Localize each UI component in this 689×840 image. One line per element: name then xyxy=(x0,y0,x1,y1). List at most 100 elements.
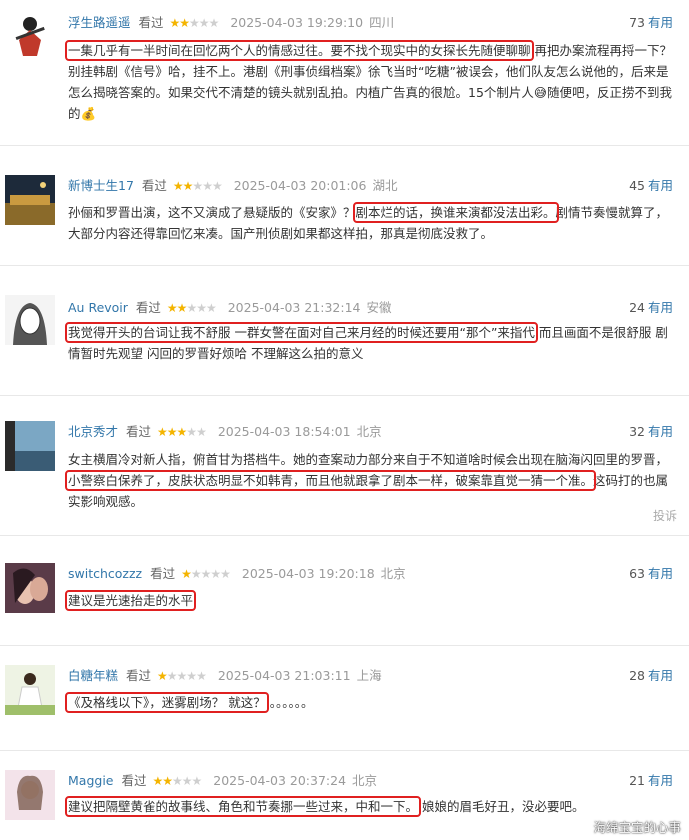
review-meta: Au Revoir 看过 ★★★★★ 2025-04-03 21:32:14 安… xyxy=(68,299,681,317)
star-empty-icon: ★ xyxy=(196,425,207,439)
star-empty-icon: ★ xyxy=(186,669,197,683)
review-text: 《及格线以下》，迷雾剧场？ 就这？ 。。。。。。 xyxy=(65,692,314,713)
star-filled-icon: ★ xyxy=(176,425,188,439)
star-empty-icon: ★ xyxy=(198,16,210,30)
star-empty-icon: ★ xyxy=(220,567,231,581)
star-empty-icon: ★ xyxy=(200,567,212,581)
avatar[interactable] xyxy=(5,665,55,715)
star-empty-icon: ★ xyxy=(208,16,220,30)
star-empty-icon: ★ xyxy=(181,774,193,788)
highlighted-text: 剧本烂的话，换谁来演都没法出彩。 xyxy=(352,202,559,223)
avatar[interactable] xyxy=(5,295,55,345)
review-meta: 北京秀才 看过 ★★★★★ 2025-04-03 18:54:01 北京 32 有… xyxy=(68,423,681,441)
star-filled-icon: ★ xyxy=(162,774,173,788)
highlighted-text: 《及格线以下》，迷雾剧场？ 就这？ xyxy=(65,692,269,713)
review-time: 2025-04-03 19:29:10 xyxy=(230,15,364,30)
review-text: 孙俪和罗晋出演，这不又演成了悬疑版的《安家》？剧本烂的话，换谁来演都没法出彩。剧… xyxy=(68,202,669,241)
star-filled-icon: ★ xyxy=(172,179,184,193)
rating-stars: ★★★★★ xyxy=(157,667,207,685)
review-meta: switchcozzz 看过 ★★★★★ 2025-04-03 19:20:18… xyxy=(68,565,681,583)
username-link[interactable]: switchcozzz xyxy=(68,566,142,581)
report-button[interactable]: 投诉 xyxy=(653,507,677,524)
avatar[interactable] xyxy=(5,421,55,471)
review-location: 四川 xyxy=(369,15,395,30)
watched-label: 看过 xyxy=(126,424,152,439)
rating-stars: ★★★★★ xyxy=(172,177,223,195)
username-link[interactable]: 新博士生17 xyxy=(68,178,134,193)
review-item: 北京秀才 看过 ★★★★★ 2025-04-03 18:54:01 北京 32 有… xyxy=(0,395,689,536)
watched-label: 看过 xyxy=(138,15,164,30)
star-filled-icon: ★ xyxy=(166,425,178,439)
star-empty-icon: ★ xyxy=(189,16,200,30)
review-meta: 新博士生17 看过 ★★★★★ 2025-04-03 20:01:06 湖北 4… xyxy=(68,177,681,195)
star-filled-icon: ★ xyxy=(157,669,168,683)
star-empty-icon: ★ xyxy=(190,567,202,581)
star-empty-icon: ★ xyxy=(166,669,178,683)
useful-vote-button[interactable]: 24 有用 xyxy=(629,299,673,317)
review-location: 北京 xyxy=(352,773,378,788)
star-filled-icon: ★ xyxy=(166,301,178,315)
highlighted-text: 小警察白保养了，皮肤状态明显不如韩青，而且他就跟拿了剧本一样，破案靠直觉一猜一个… xyxy=(64,470,597,491)
star-filled-icon: ★ xyxy=(181,567,192,581)
review-time: 2025-04-03 21:03:11 xyxy=(217,668,351,683)
useful-vote-button[interactable]: 28 有用 xyxy=(629,667,673,685)
watched-label: 看过 xyxy=(141,178,167,193)
review-item: 新博士生17 看过 ★★★★★ 2025-04-03 20:01:06 湖北 4… xyxy=(0,145,689,266)
star-empty-icon: ★ xyxy=(210,567,221,581)
review-text: 我觉得开头的台词让我不舒服 一群女警在面对自己来月经的时候还要用“那个”来指代 … xyxy=(65,322,668,361)
useful-vote-button[interactable]: 21 有用 xyxy=(629,772,673,790)
avatar[interactable] xyxy=(5,10,55,60)
review-location: 北京 xyxy=(356,424,382,439)
rating-stars: ★★★★★ xyxy=(166,299,217,317)
star-empty-icon: ★ xyxy=(205,301,217,315)
watched-label: 看过 xyxy=(126,668,152,683)
username-link[interactable]: 北京秀才 xyxy=(68,424,118,439)
review-location: 安徽 xyxy=(366,300,392,315)
highlighted-text: 一集几乎有一半时间在回忆两个人的情感过往。要不找个现实中的女探长先随便聊聊 xyxy=(65,40,534,61)
review-text: 女主横眉冷对新人指，俯首甘为搭档牛。她的查案动力部分来自于不知道啥时候会出现在脑… xyxy=(64,452,669,509)
rating-stars: ★★★★★ xyxy=(181,565,231,583)
star-empty-icon: ★ xyxy=(191,774,203,788)
star-empty-icon: ★ xyxy=(196,301,207,315)
review-item: Maggie 看过 ★★★★★ 2025-04-03 20:37:24 北京 2… xyxy=(0,750,689,840)
useful-vote-button[interactable]: 32 有用 xyxy=(629,423,673,441)
review-item: Au Revoir 看过 ★★★★★ 2025-04-03 21:32:14 安… xyxy=(0,265,689,396)
star-empty-icon: ★ xyxy=(211,179,223,193)
watermark: 海绵宝宝的心事 xyxy=(593,820,681,835)
review-location: 上海 xyxy=(356,668,382,683)
username-link[interactable]: 白糖年糕 xyxy=(68,668,118,683)
review-text: 一集几乎有一半时间在回忆两个人的情感过往。要不找个现实中的女探长先随便聊聊 再把… xyxy=(65,40,673,121)
watched-label: 看过 xyxy=(135,300,161,315)
useful-vote-button[interactable]: 73 有用 xyxy=(629,14,673,32)
watched-label: 看过 xyxy=(121,773,147,788)
rating-stars: ★★★★★ xyxy=(152,772,203,790)
review-time: 2025-04-03 20:01:06 xyxy=(233,178,367,193)
star-empty-icon: ★ xyxy=(196,669,207,683)
review-text: 建议是光速抬走的水平 xyxy=(64,590,680,611)
star-empty-icon: ★ xyxy=(202,179,213,193)
rating-stars: ★★★★★ xyxy=(170,14,220,32)
review-location: 北京 xyxy=(380,566,406,581)
avatar[interactable] xyxy=(5,770,55,820)
star-filled-icon: ★ xyxy=(157,425,168,439)
highlighted-text: 建议把隔壁黄雀的故事线、角色和节奏挪一些过来，中和一下。 xyxy=(64,796,422,817)
star-filled-icon: ★ xyxy=(176,301,188,315)
review-time: 2025-04-03 18:54:01 xyxy=(217,424,351,439)
review-time: 2025-04-03 21:32:14 xyxy=(227,300,361,315)
review-time: 2025-04-03 20:37:24 xyxy=(213,773,347,788)
review-meta: 浮生路遥遥 看过 ★★★★★ 2025-04-03 19:29:10 四川 73… xyxy=(68,14,681,32)
star-empty-icon: ★ xyxy=(186,425,197,439)
review-item: 浮生路遥遥 看过 ★★★★★ 2025-04-03 19:29:10 四川 73… xyxy=(0,0,689,146)
avatar[interactable] xyxy=(5,563,55,613)
star-filled-icon: ★ xyxy=(182,179,194,193)
useful-vote-button[interactable]: 45 有用 xyxy=(629,177,673,195)
useful-vote-button[interactable]: 63 有用 xyxy=(629,565,673,583)
review-text: 建议把隔壁黄雀的故事线、角色和节奏挪一些过来，中和一下。 娘娘的眉毛好丑，没必要… xyxy=(64,796,585,817)
username-link[interactable]: Maggie xyxy=(68,773,113,788)
avatar[interactable] xyxy=(5,175,55,225)
star-filled-icon: ★ xyxy=(152,774,163,788)
star-empty-icon: ★ xyxy=(192,179,203,193)
review-item: 白糖年糕 看过 ★★★★★ 2025-04-03 21:03:11 上海 28 有… xyxy=(0,645,689,751)
username-link[interactable]: 浮生路遥遥 xyxy=(68,15,131,30)
username-link[interactable]: Au Revoir xyxy=(68,300,128,315)
